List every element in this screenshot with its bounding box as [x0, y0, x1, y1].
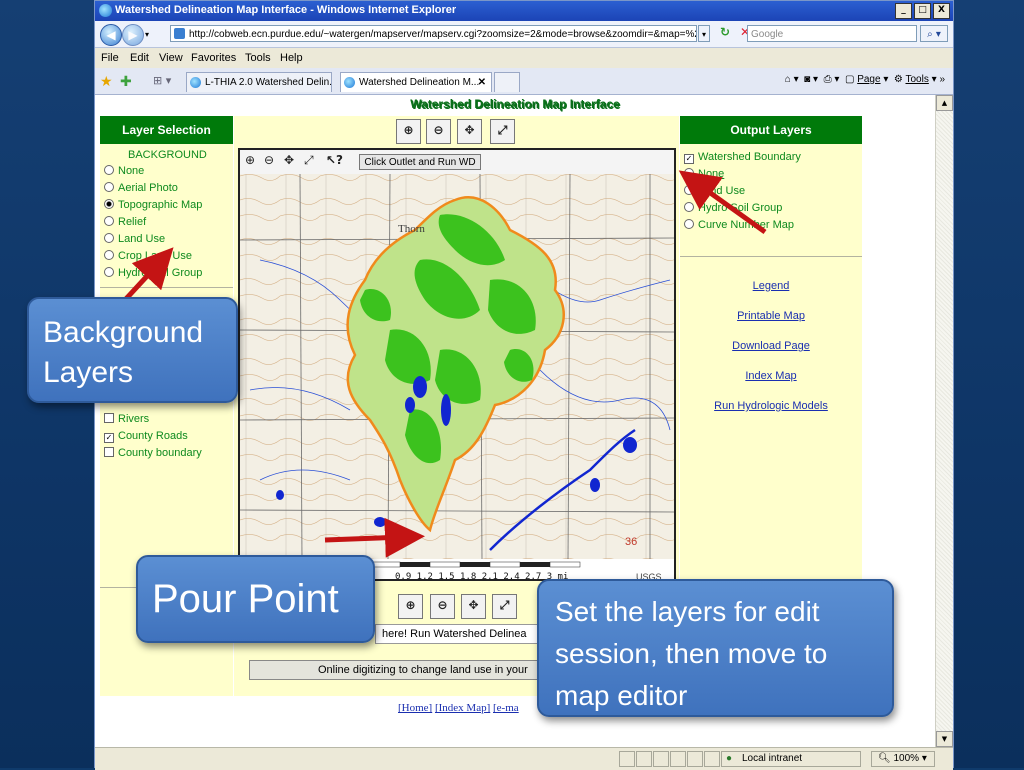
arrow-to-pour-point: [324, 517, 425, 558]
arrow-to-background: [123, 247, 174, 302]
callout-pour-point: Pour Point: [136, 555, 375, 643]
callout-background-layers: Background Layers: [27, 297, 238, 403]
callout-set-layers: Set the layers for edit session, then mo…: [537, 579, 894, 717]
arrow-to-output-layers: [678, 170, 767, 235]
